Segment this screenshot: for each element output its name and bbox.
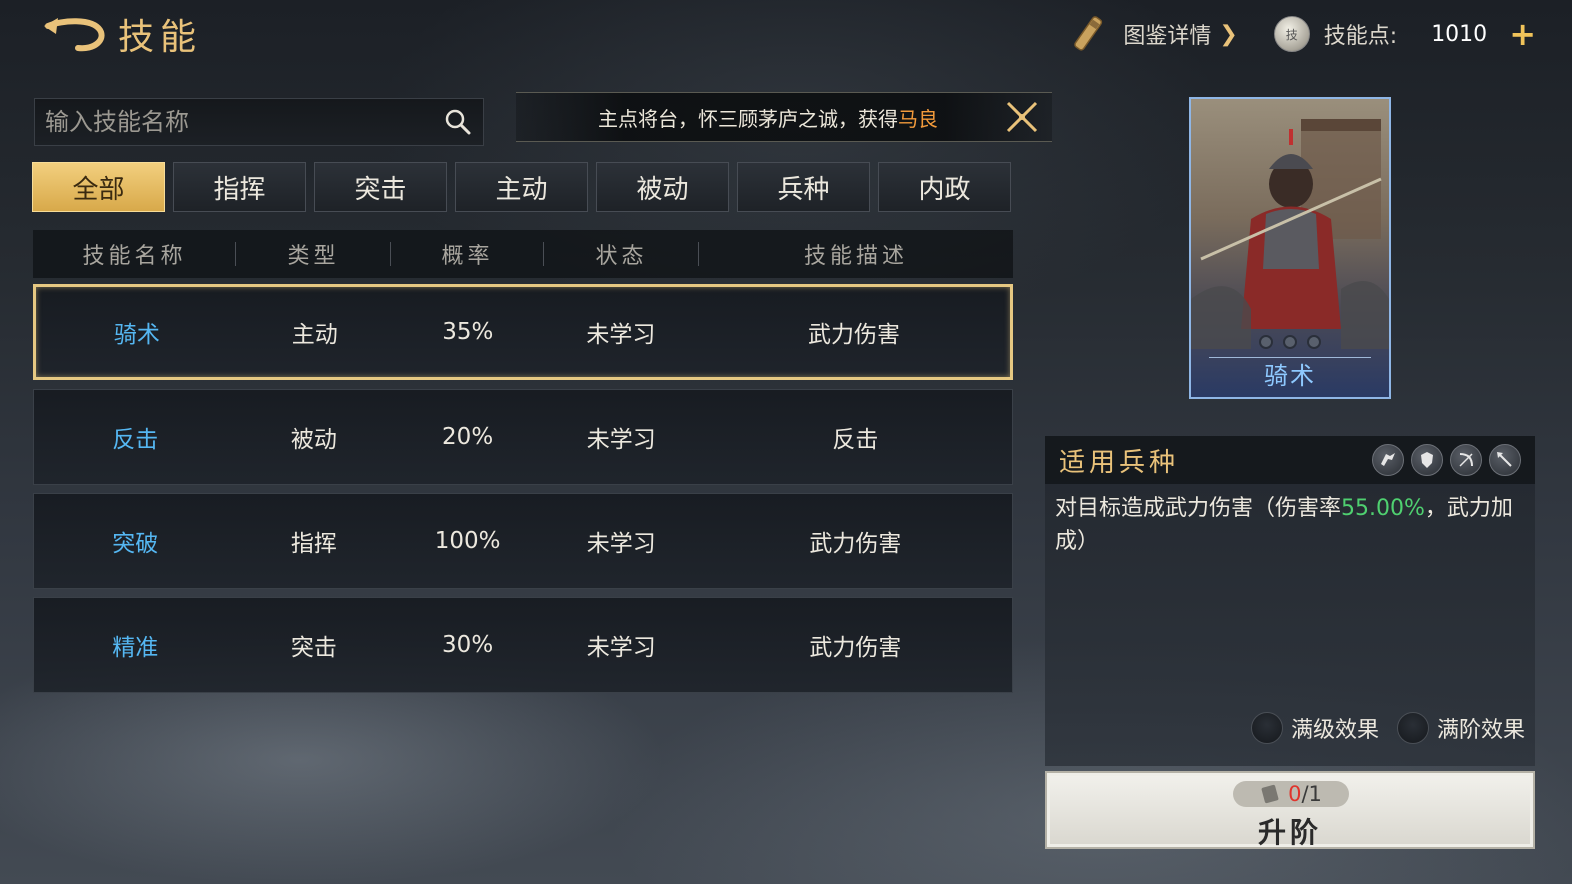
upgrade-button[interactable]: 0/1 升阶 xyxy=(1045,771,1535,849)
tab-internal[interactable]: 内政 xyxy=(878,162,1011,212)
tab-all[interactable]: 全部 xyxy=(32,162,165,212)
chevron-right-icon: ❯ xyxy=(1219,21,1238,47)
skill-book-icon xyxy=(1261,784,1279,804)
row-status: 未学习 xyxy=(586,635,656,661)
row-description: 武力伤害 xyxy=(809,531,902,557)
row-skill-name: 反击 xyxy=(112,427,159,453)
table-header: 技能名称 类型 概率 状态 技能描述 xyxy=(33,230,1013,278)
row-type: 主动 xyxy=(291,322,338,348)
radio-icon xyxy=(1250,712,1283,744)
notice-text: 主点将台，怀三顾茅庐之诚，获得 xyxy=(598,106,898,131)
upgrade-cost: 0/1 xyxy=(1233,781,1349,807)
detail-header: 适用兵种 xyxy=(1045,436,1535,484)
table-row[interactable]: 精准 突击 30% 未学习 武力伤害 xyxy=(33,597,1013,693)
codex-label: 图鉴详情 xyxy=(1123,24,1212,49)
bow-icon xyxy=(1450,444,1482,476)
warrior-portrait-image xyxy=(1191,119,1389,349)
table-row[interactable]: 反击 被动 20% 未学习 反击 xyxy=(33,389,1013,485)
top-right-bar: 图鉴详情 ❯ 技 技能点: 1010 + xyxy=(1069,10,1536,58)
row-type: 指挥 xyxy=(290,531,337,557)
row-skill-name: 精准 xyxy=(112,635,159,661)
row-rate: 20% xyxy=(442,424,494,450)
row-status: 未学习 xyxy=(586,322,656,348)
header-description: 技能描述 xyxy=(803,244,908,269)
add-skill-points-icon[interactable]: + xyxy=(1509,18,1536,50)
notice-banner: 主点将台，怀三顾茅庐之诚，获得 马良 xyxy=(516,92,1052,142)
row-status: 未学习 xyxy=(586,427,656,453)
table-row[interactable]: 突破 指挥 100% 未学习 武力伤害 xyxy=(33,493,1013,589)
star-icon xyxy=(1259,335,1273,349)
codex-link[interactable]: 图鉴详情 ❯ xyxy=(1123,18,1237,50)
header-status: 状态 xyxy=(544,238,699,270)
search-input[interactable] xyxy=(45,108,443,136)
max-rank-effect-toggle[interactable]: 满阶效果 xyxy=(1396,712,1525,744)
card-skill-name: 骑术 xyxy=(1264,362,1316,390)
row-type: 突击 xyxy=(290,635,337,661)
tab-troop[interactable]: 兵种 xyxy=(737,162,870,212)
back-arrow-icon xyxy=(44,18,105,52)
max-level-effect-toggle[interactable]: 满级效果 xyxy=(1250,712,1379,744)
skill-points-label: 技能点: xyxy=(1323,24,1398,49)
star-icon xyxy=(1307,335,1321,349)
row-skill-name: 突破 xyxy=(112,531,159,557)
row-rate: 30% xyxy=(442,632,494,658)
damage-rate-value: 55.00% xyxy=(1341,496,1425,521)
skill-points-value: 1010 xyxy=(1431,21,1488,47)
search-icon[interactable] xyxy=(443,107,473,137)
header-skill-name: 技能名称 xyxy=(33,238,236,270)
tab-command[interactable]: 指挥 xyxy=(173,162,306,212)
row-skill-name: 骑术 xyxy=(113,322,160,348)
row-description: 武力伤害 xyxy=(809,635,902,661)
row-description: 反击 xyxy=(832,427,879,453)
tab-active[interactable]: 主动 xyxy=(455,162,588,212)
skill-description: 对目标造成武力伤害（伤害率55.00%，武力加成） xyxy=(1045,484,1535,566)
card-stars xyxy=(1191,335,1389,349)
applicable-troops-title: 适用兵种 xyxy=(1059,447,1180,478)
effect-toggles: 满级效果 满阶效果 xyxy=(1250,712,1525,744)
row-status: 未学习 xyxy=(586,531,656,557)
tab-passive[interactable]: 被动 xyxy=(596,162,729,212)
skill-card[interactable]: 骑术 xyxy=(1189,97,1391,399)
radio-icon xyxy=(1396,712,1429,744)
crossed-swords-close-icon[interactable] xyxy=(1002,97,1042,137)
category-tabs: 全部 指挥 突击 主动 被动 兵种 内政 xyxy=(32,162,1011,212)
search-box xyxy=(34,98,484,146)
desc-text-before: 对目标造成武力伤害（伤害率 xyxy=(1055,496,1342,521)
cost-have: 0 xyxy=(1288,782,1302,806)
cavalry-icon xyxy=(1372,444,1404,476)
spear-icon xyxy=(1489,444,1521,476)
skill-detail-panel: 适用兵种 对目标造成武力伤害（伤害率55.00%，武力加成） 满级效果 满阶效果 xyxy=(1045,436,1535,766)
max-rank-label: 满阶效果 xyxy=(1436,718,1525,743)
row-description: 武力伤害 xyxy=(807,322,900,348)
scroll-icon xyxy=(1074,16,1103,51)
back-button[interactable] xyxy=(42,12,108,56)
row-rate: 35% xyxy=(442,319,494,345)
notice-highlight: 马良 xyxy=(898,106,938,131)
star-icon xyxy=(1283,335,1297,349)
header-rate: 概率 xyxy=(391,238,544,270)
cost-need: /1 xyxy=(1301,782,1322,806)
tab-assault[interactable]: 突击 xyxy=(314,162,447,212)
skill-point-coin-icon: 技 xyxy=(1273,16,1310,52)
row-type: 被动 xyxy=(290,427,337,453)
header-type: 类型 xyxy=(236,238,391,270)
shield-icon xyxy=(1411,444,1443,476)
page-title: 技能 xyxy=(118,17,203,58)
row-rate: 100% xyxy=(434,528,501,554)
table-row[interactable]: 骑术 主动 35% 未学习 武力伤害 xyxy=(33,284,1013,380)
upgrade-label: 升阶 xyxy=(1257,816,1322,849)
max-level-label: 满级效果 xyxy=(1290,718,1379,743)
